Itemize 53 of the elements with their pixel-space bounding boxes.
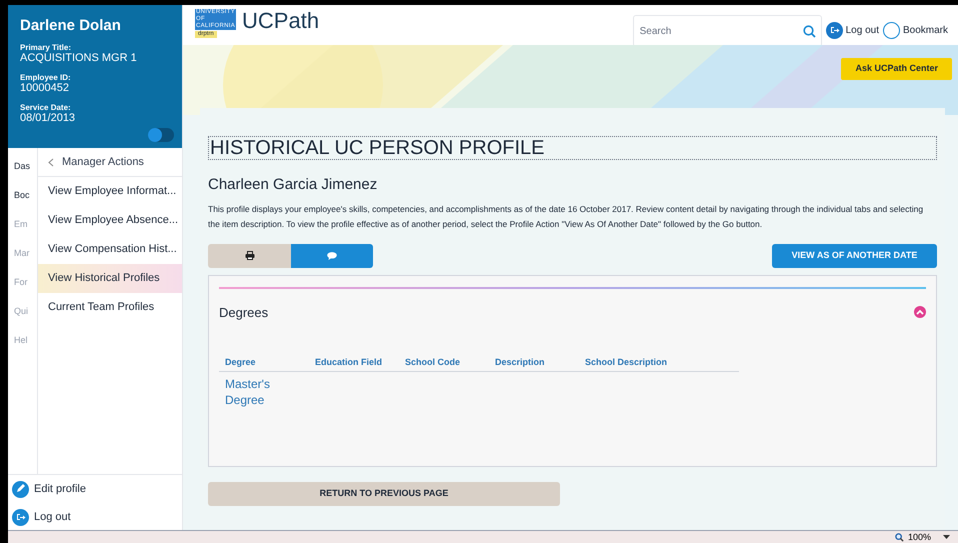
field-label: Primary Title: [20, 43, 72, 52]
ask-center-button[interactable]: Ask UCPath Center [841, 58, 952, 80]
search-icon[interactable] [802, 25, 816, 38]
back-icon [48, 158, 54, 166]
employee-name: Darlene Dolan [20, 17, 122, 35]
nav-item: Mar [13, 246, 30, 260]
section-title: Degrees [219, 304, 268, 322]
view-date-button[interactable]: VIEW AS OF ANOTHER DATE [772, 244, 937, 268]
page-title: HISTORICAL UC PERSON PROFILE [208, 136, 937, 160]
table-cell-link[interactable]: Master's Degree [219, 376, 309, 408]
toggle-switch[interactable] [148, 128, 174, 142]
collapse-icon[interactable] [914, 306, 926, 318]
zoom-level[interactable]: 100% [908, 532, 931, 542]
column-header[interactable]: School Code [399, 355, 489, 369]
field-value: 10000452 [20, 82, 70, 94]
caret-icon[interactable] [943, 534, 950, 540]
return-button[interactable]: RETURN TO PREVIOUS PAGE [208, 482, 560, 506]
person-name: Charleen Garcia Jimenez [208, 175, 378, 195]
nav-item[interactable]: Das [8, 152, 37, 181]
pencil-icon [12, 481, 29, 498]
column-header[interactable]: Description [489, 355, 579, 369]
nav-item: Em [13, 218, 28, 231]
nav-item: Qui [13, 304, 30, 318]
field-label: Employee ID: [20, 73, 72, 82]
field-value: 08/01/2013 [20, 112, 76, 124]
field-value: ACQUISITIONS MGR 1 [20, 52, 138, 64]
column-header[interactable]: Education Field [309, 355, 399, 369]
app-title: UCPath [242, 9, 320, 33]
submenu-item[interactable]: View Historical Profiles [38, 264, 182, 293]
zoom-icon [894, 532, 904, 542]
printer-icon [244, 251, 254, 260]
profile-description: This profile displays your employee's skills, competencies, and accomplishments as of the date 16 October 2017. Review content detail by navigating through the individual tabs and selecting the item description. To view the profile effective as of another period, select the Profile Action "View As Of Another Date" followed by the Go button. [208, 202, 924, 231]
back-link[interactable]: Manager Actions [38, 148, 182, 177]
submenu-item[interactable]: View Employee Informat... [38, 177, 182, 206]
print-button[interactable] [208, 244, 291, 268]
comment-button[interactable] [291, 244, 373, 268]
nav-item: Hel [13, 334, 29, 347]
column-header[interactable]: School Description [579, 355, 669, 369]
logout-button[interactable]: Log out [826, 22, 879, 39]
bookmark-button[interactable]: Bookmark [882, 22, 948, 39]
edit-profile-link[interactable]: Edit profile [12, 481, 182, 498]
submenu-item[interactable]: View Employee Absence... [38, 206, 182, 235]
logout-link[interactable]: Log out [12, 509, 182, 526]
nav-item: For [13, 276, 28, 289]
submenu-item[interactable]: Current Team Profiles [38, 293, 182, 322]
submenu-item[interactable]: View Compensation Hist... [38, 235, 182, 264]
search-field[interactable]: Search [632, 15, 822, 47]
exit-icon [12, 509, 29, 526]
field-label: Service Date: [20, 103, 72, 112]
nav-item[interactable]: Boc [8, 181, 37, 210]
exit-icon [826, 22, 843, 39]
column-header[interactable]: Degree [219, 355, 309, 369]
speech-bubble-icon [327, 252, 337, 260]
